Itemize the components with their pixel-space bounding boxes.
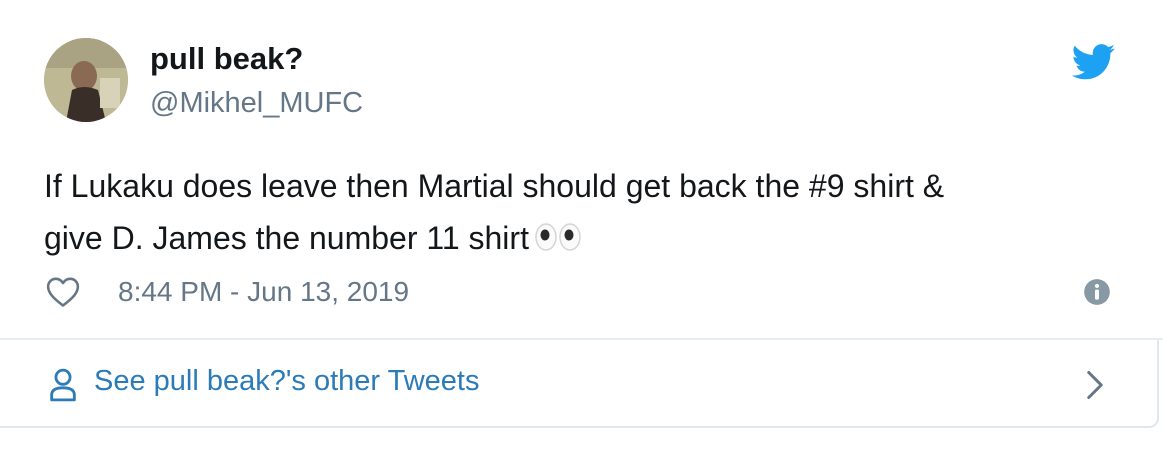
avatar[interactable] (44, 38, 128, 122)
info-icon[interactable] (1083, 278, 1111, 306)
tweet-meta-row: 8:44 PM - Jun 13, 2019 (46, 272, 409, 312)
tweet-text-segment: give D. James the number 11 shirt (44, 220, 529, 256)
tweet-text: If Lukaku does leave then Martial should… (44, 160, 1124, 264)
tweet-text-line: give D. James the number 11 shirt (44, 212, 1124, 264)
tweet-timestamp[interactable]: 8:44 PM - Jun 13, 2019 (118, 276, 409, 308)
twitter-bird-icon[interactable] (1072, 44, 1116, 80)
chevron-right-icon[interactable] (1084, 370, 1106, 400)
eyes-emoji-icon (535, 223, 581, 251)
person-icon (50, 368, 76, 402)
tweet-card: pull beak? @Mikhel_MUFC If Lukaku does l… (0, 0, 1163, 340)
see-other-tweets-label[interactable]: See pull beak?'s other Tweets (94, 365, 479, 398)
tweet-text-line: If Lukaku does leave then Martial should… (44, 168, 945, 204)
author-display-name[interactable]: pull beak? (150, 40, 303, 78)
author-handle[interactable]: @Mikhel_MUFC (150, 85, 363, 121)
see-other-tweets-link[interactable]: See pull beak?'s other Tweets (0, 340, 1159, 428)
heart-icon[interactable] (46, 276, 80, 308)
